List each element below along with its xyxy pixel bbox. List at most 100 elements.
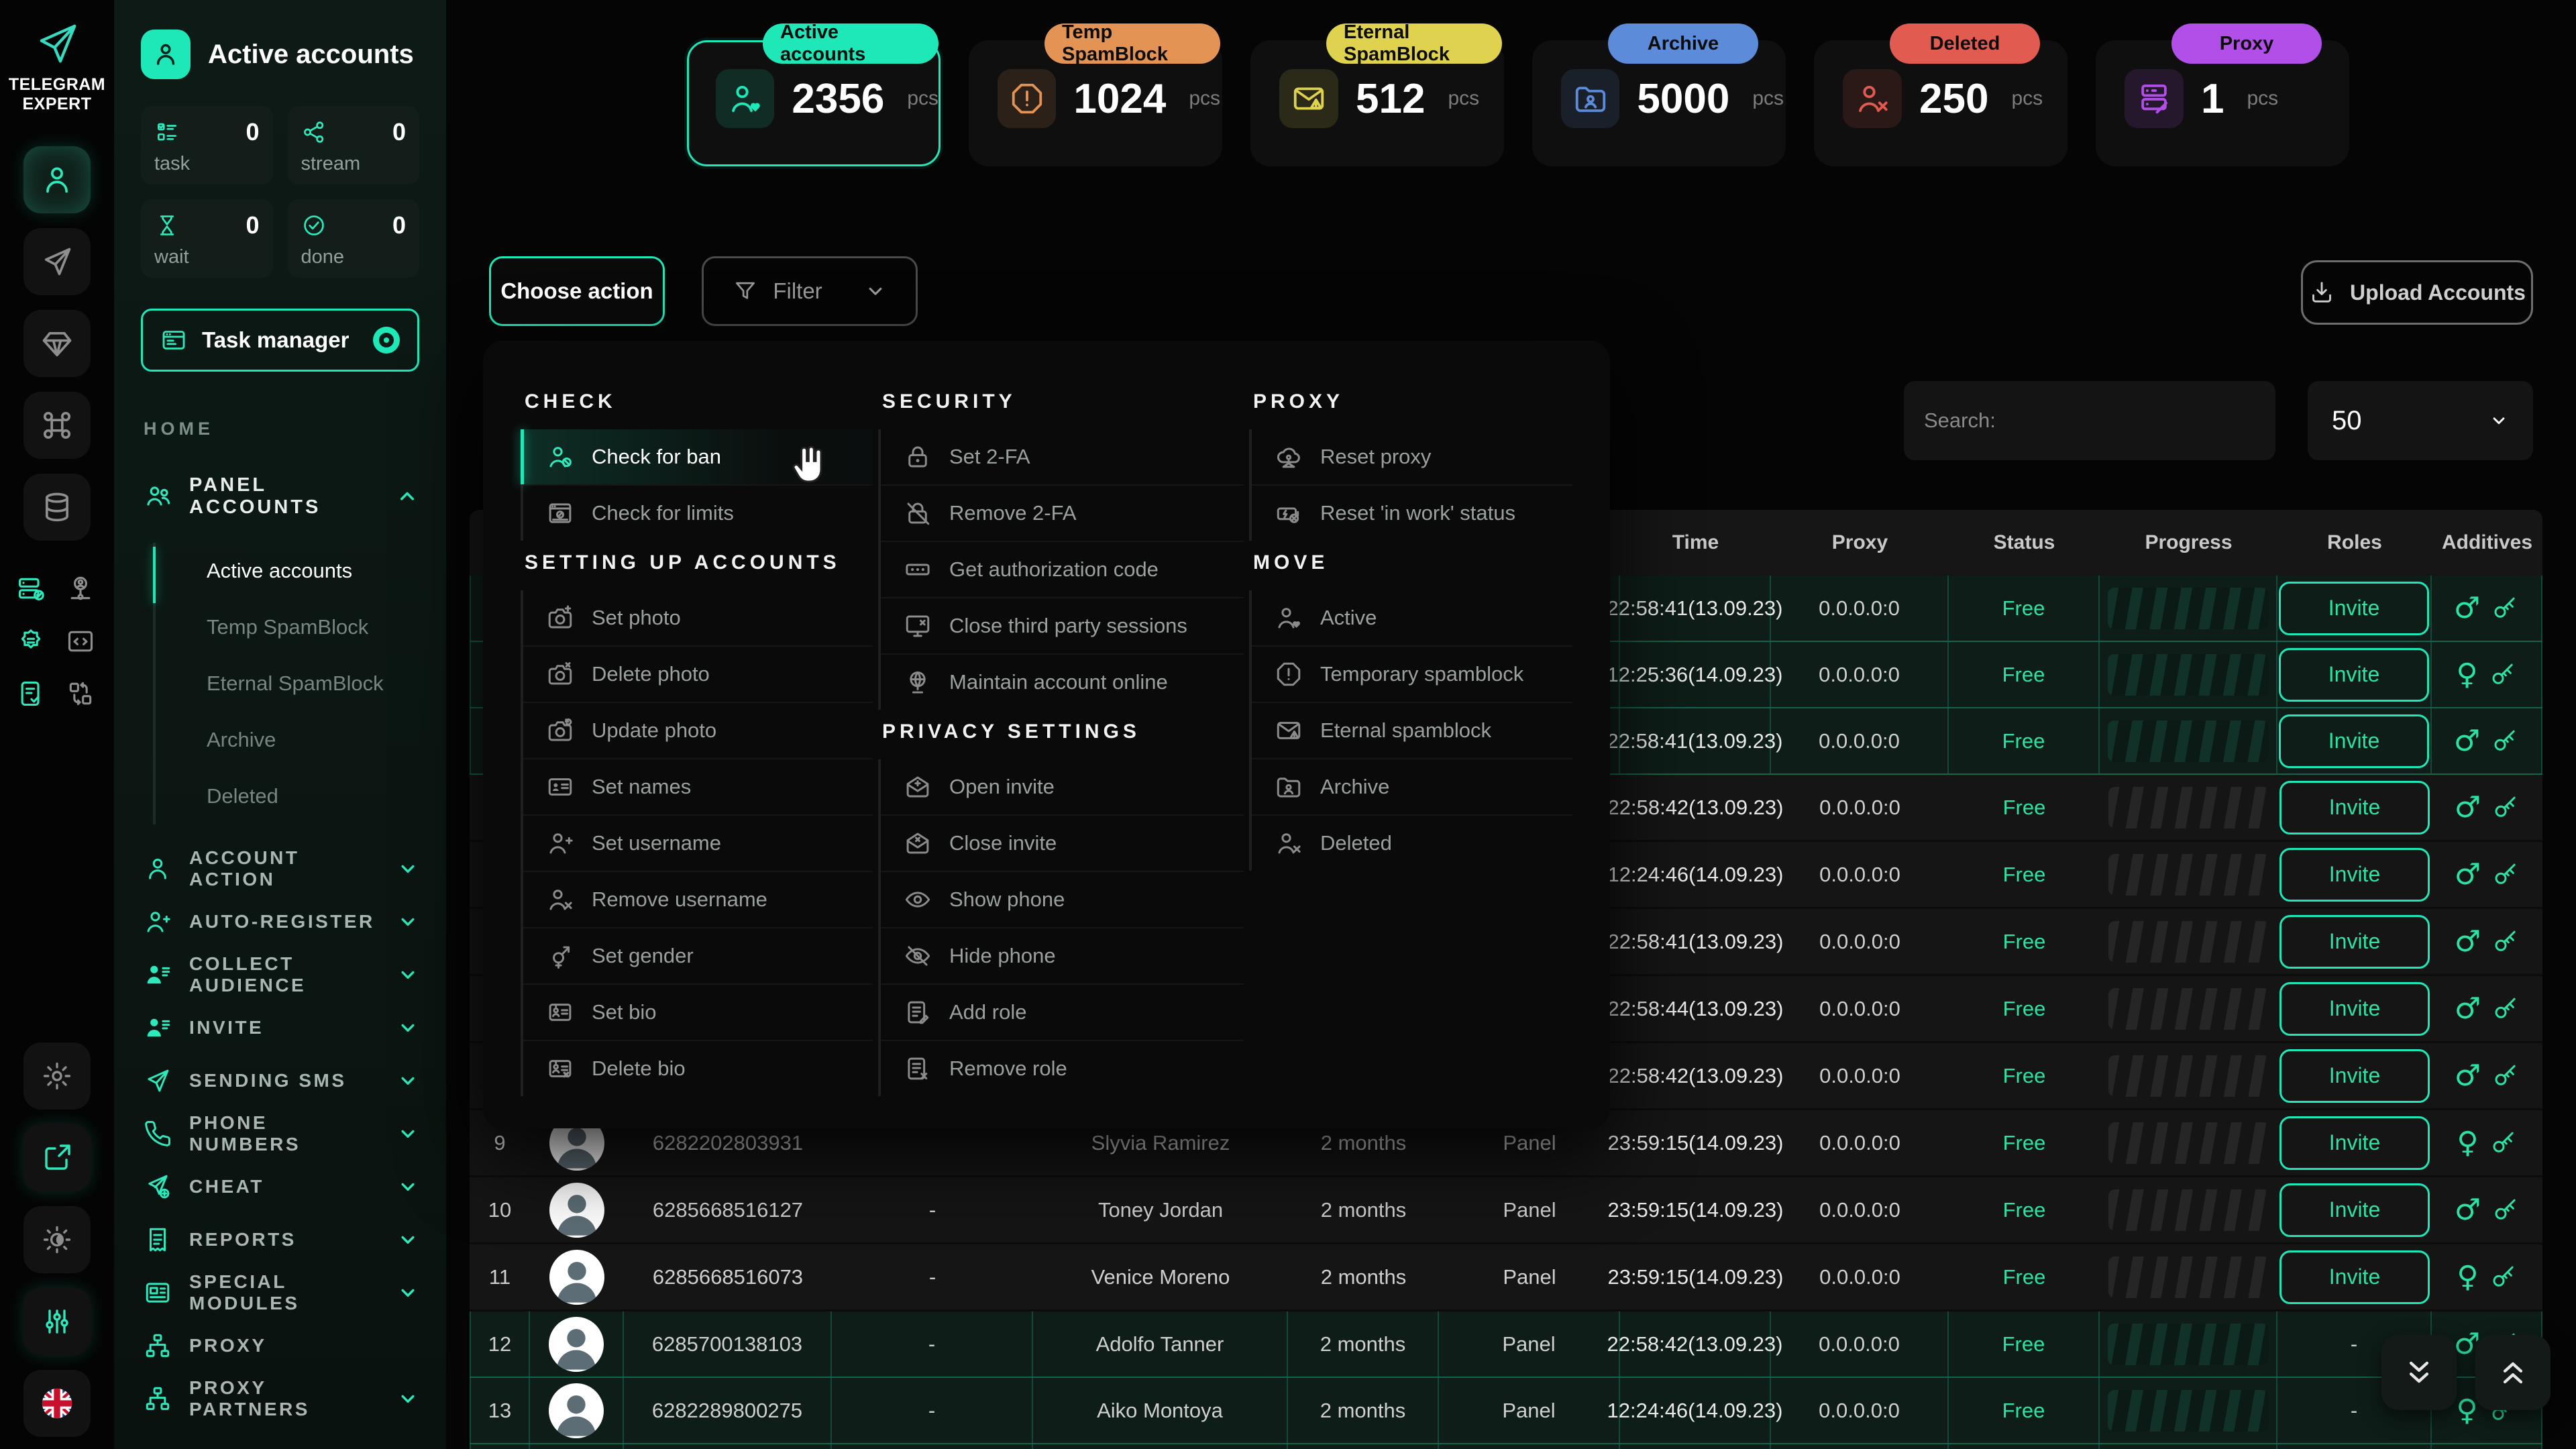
key-icon[interactable] [2489,661,2517,689]
key-icon[interactable] [2491,594,2519,623]
equalizer-rail-button[interactable] [23,1288,91,1355]
menu-item-delete-photo[interactable]: Delete photo [523,647,873,703]
menu-item-check-for-limits[interactable]: Check for limits [523,486,873,541]
language-button[interactable] [23,1370,91,1437]
menu-item-hide-phone[interactable]: Hide phone [881,928,1244,985]
database-rail-button[interactable] [23,474,91,541]
invite-button[interactable]: Invite [2279,1049,2430,1103]
sidebar-subitem-eternal-spamblock[interactable]: Eternal SpamBlock [182,655,446,712]
gear-badge-icon[interactable] [13,624,48,659]
stat-card-deleted[interactable]: Deleted250pcs [1814,40,2068,166]
sidebar-item-cheat[interactable]: CHEAT [144,1160,419,1213]
menu-item-set-photo[interactable]: Set photo [523,590,873,647]
menu-item-set-2-fa[interactable]: Set 2-FA [881,429,1244,486]
menu-item-show-phone[interactable]: Show phone [881,872,1244,928]
sidebar-item-sending-sms[interactable]: SENDING SMS [144,1054,419,1107]
key-icon[interactable] [2491,928,2520,956]
menu-item-maintain-account-online[interactable]: Maintain account online [881,655,1244,710]
sidebar-item-phone-numbers[interactable]: PHONE NUMBERS [144,1107,419,1160]
page-size-select[interactable]: 50 [2308,381,2533,460]
invite-button[interactable]: Invite [2279,714,2429,768]
invite-button[interactable]: Invite [2279,915,2430,969]
premium-rail-button[interactable] [23,310,91,377]
menu-item-get-authorization-code[interactable]: Get authorization code [881,542,1244,598]
stat-card-active-accounts[interactable]: Active accounts2356pcs [687,40,941,166]
settings-rail-button[interactable] [23,1042,91,1110]
stat-card-proxy[interactable]: Proxy1pcs [2096,40,2349,166]
server-check-icon[interactable] [13,572,48,606]
sidebar-subitem-temp-spamblock[interactable]: Temp SpamBlock [182,599,446,655]
sidebar-item-special-modules[interactable]: SPECIAL MODULES [144,1266,419,1319]
invite-button[interactable]: Invite [2279,1116,2430,1170]
choose-action-button[interactable]: Choose action [489,256,665,326]
invite-button[interactable]: Invite [2279,1250,2430,1304]
menu-item-reset-proxy[interactable]: Reset proxy [1252,429,1572,486]
menu-item-update-photo[interactable]: Update photo [523,703,873,759]
invite-button[interactable]: Invite [2279,648,2429,702]
menu-item-reset-in-work-status[interactable]: Reset 'in work' status [1252,486,1572,541]
sidebar-item-collect-audience[interactable]: COLLECT AUDIENCE [144,948,419,1001]
menu-item-set-bio[interactable]: Set bio [523,985,873,1041]
key-icon[interactable] [2491,794,2520,822]
key-icon[interactable] [2491,727,2519,755]
filter-dropdown[interactable]: Filter [702,256,918,326]
menu-item-archive[interactable]: Archive [1252,759,1572,816]
doc-check-icon[interactable] [13,676,48,711]
invite-button[interactable]: Invite [2279,848,2430,902]
sidebar-item-auto-register[interactable]: AUTO-REGISTER [144,895,419,948]
key-icon[interactable] [2491,861,2520,889]
menu-item-set-names[interactable]: Set names [523,759,873,816]
sidebar-item-proxy[interactable]: PROXY [144,1319,419,1372]
table-row[interactable]: 116285668516073-Venice Moreno2 monthsPan… [470,1244,2542,1311]
key-icon[interactable] [2489,1129,2518,1157]
invite-button[interactable]: Invite [2279,582,2429,635]
upload-accounts-button[interactable]: Upload Accounts [2301,260,2533,325]
menu-item-remove-username[interactable]: Remove username [523,872,873,928]
sidebar-item-panel-accounts[interactable]: PANEL ACCOUNTS [144,474,419,519]
menu-item-remove-role[interactable]: Remove role [881,1041,1244,1096]
accounts-rail-button[interactable] [23,146,91,213]
key-icon[interactable] [2489,1263,2518,1291]
sidebar-item-account-action[interactable]: ACCOUNT ACTION [144,842,419,895]
stat-card-eternal-spamblock[interactable]: Eternal SpamBlock512pcs [1250,40,1504,166]
menu-item-delete-bio[interactable]: Delete bio [523,1041,873,1096]
key-icon[interactable] [2491,1196,2520,1224]
menu-item-close-third-party-sessions[interactable]: Close third party sessions [881,598,1244,655]
sidebar-subitem-deleted[interactable]: Deleted [182,768,446,824]
menu-item-eternal-spamblock[interactable]: Eternal spamblock [1252,703,1572,759]
user-network-icon[interactable] [63,572,98,606]
theme-toggle-button[interactable] [23,1206,91,1273]
menu-item-deleted[interactable]: Deleted [1252,816,1572,871]
menu-item-add-role[interactable]: Add role [881,985,1244,1041]
menu-item-temporary-spamblock[interactable]: Temporary spamblock [1252,647,1572,703]
stat-card-archive[interactable]: Archive5000pcs [1532,40,1786,166]
table-row[interactable]: 106285668516127-Toney Jordan2 monthsPane… [470,1177,2542,1244]
menu-item-active[interactable]: Active [1252,590,1572,647]
sending-rail-button[interactable] [23,228,91,295]
scroll-to-top-button[interactable] [2475,1335,2551,1410]
modules-rail-button[interactable] [23,392,91,459]
swap-boxes-icon[interactable] [63,676,98,711]
search-input[interactable] [1904,381,2275,460]
table-row[interactable]: 136282289800275-Aiko Montoya2 monthsPane… [470,1378,2542,1444]
code-window-icon[interactable] [63,624,98,659]
sidebar-item-proxy-partners[interactable]: PROXY PARTNERS [144,1372,419,1425]
scroll-to-bottom-button[interactable] [2381,1335,2457,1410]
invite-button[interactable]: Invite [2279,781,2430,835]
menu-item-set-gender[interactable]: Set gender [523,928,873,985]
key-icon[interactable] [2491,1062,2520,1090]
stat-card-temp-spamblock[interactable]: Temp SpamBlock1024pcs [969,40,1222,166]
table-row[interactable]: 146285664674977-Albert Pittman2 monthsPa… [470,1444,2542,1449]
sidebar-item-invite[interactable]: INVITE [144,1001,419,1054]
sidebar-subitem-archive[interactable]: Archive [182,712,446,768]
menu-item-close-invite[interactable]: Close invite [881,816,1244,872]
invite-button[interactable]: Invite [2279,982,2430,1036]
menu-item-remove-2-fa[interactable]: Remove 2-FA [881,486,1244,542]
task-manager-button[interactable]: Task manager [141,309,419,372]
external-link-rail-button[interactable] [23,1124,91,1191]
table-row[interactable]: 126285700138103-Adolfo Tanner2 monthsPan… [470,1311,2542,1378]
menu-item-set-username[interactable]: Set username [523,816,873,872]
key-icon[interactable] [2491,995,2520,1023]
sidebar-item-reports[interactable]: REPORTS [144,1213,419,1266]
sidebar-subitem-active-accounts[interactable]: Active accounts [182,543,446,599]
